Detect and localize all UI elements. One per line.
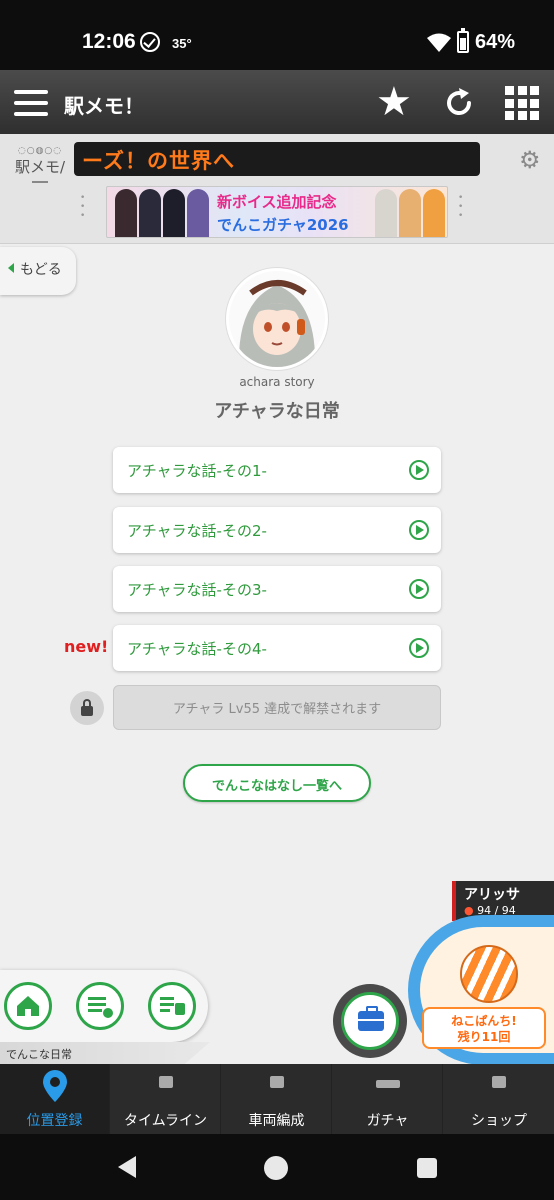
play-icon xyxy=(409,460,429,480)
episode-button-2[interactable]: アチャラな話-その2- xyxy=(113,507,441,553)
character-name: アリッサ xyxy=(464,887,520,903)
episode-button-3[interactable]: アチャラな話-その3- xyxy=(113,566,441,612)
star-icon[interactable]: ★ xyxy=(376,82,412,122)
gear-icon[interactable]: ⚙ xyxy=(519,148,541,172)
refresh-icon[interactable] xyxy=(442,86,476,120)
carousel-dots-left: • • • xyxy=(80,193,88,221)
lock-icon xyxy=(70,691,104,725)
locked-episode: アチャラ Lv55 達成で解禁されます xyxy=(113,685,441,730)
home-icon xyxy=(17,996,39,1016)
menu-icon[interactable] xyxy=(14,90,48,116)
carousel-dots-right: • • • xyxy=(458,193,466,221)
gacha-ad-banner[interactable]: 新ボイス追加記念 でんこガチャ2026 xyxy=(106,186,448,238)
app-header: 駅メモ！ ★ xyxy=(0,70,554,134)
nekopanchi-label: ねこぱんち! 残り11回 xyxy=(422,1007,546,1049)
back-arrow-icon xyxy=(8,263,14,273)
bottom-tab-bar: 位置登録 タイムライン 車両編成 ガチャ ショップ xyxy=(0,1064,554,1134)
list-icon xyxy=(88,997,113,1018)
tab-gacha[interactable]: ガチャ xyxy=(333,1064,443,1134)
play-icon xyxy=(409,579,429,599)
dock-caption: でんこな日常 xyxy=(0,1042,210,1064)
battery-icon xyxy=(457,28,469,53)
story-list-button[interactable]: でんこなはなし一覧へ xyxy=(183,764,371,802)
check-circle-icon xyxy=(140,32,160,52)
cart-icon xyxy=(492,1076,506,1088)
episode-label: アチャラな話-その1- xyxy=(127,462,267,480)
tab-timeline[interactable]: タイムライン xyxy=(111,1064,221,1134)
new-badge: new! xyxy=(64,637,109,656)
character-avatar xyxy=(226,268,328,370)
route-list-button[interactable] xyxy=(76,982,124,1030)
home-button[interactable] xyxy=(4,982,52,1030)
ekimemo-logo: ◌○◍○◌ 駅メモ/ xyxy=(10,146,70,186)
banner-area: ◌○◍○◌ 駅メモ/ ーズ！の世界へ ⚙ • • • 新ボイス追加記念 でんこガチャ… xyxy=(0,134,554,244)
temperature: 35° xyxy=(172,36,192,51)
story-title: アチャラな日常 xyxy=(214,401,340,422)
nekopanchi-icon xyxy=(460,945,518,1003)
location-pin-icon xyxy=(42,1070,67,1102)
item-bag-button[interactable] xyxy=(333,984,407,1058)
tab-shop[interactable]: ショップ xyxy=(444,1064,554,1134)
briefcase-icon xyxy=(358,1006,384,1031)
episode-label: アチャラな話-その2- xyxy=(127,522,267,540)
play-icon xyxy=(409,520,429,540)
episode-button-4[interactable]: アチャラな話-その4- xyxy=(113,625,441,671)
app-title: 駅メモ！ xyxy=(64,94,144,118)
play-icon xyxy=(409,638,429,658)
story-subtitle: achara story xyxy=(239,375,315,389)
nav-home-icon[interactable] xyxy=(264,1156,288,1180)
clock: 12:06 xyxy=(82,30,136,53)
status-bar: 12:06 35° 64% xyxy=(0,0,554,70)
episode-label: アチャラな話-その4- xyxy=(127,640,267,658)
house-icon xyxy=(158,1076,173,1088)
back-label: もどる xyxy=(20,262,62,278)
episode-label: アチャラな話-その3- xyxy=(127,581,267,599)
news-ticker[interactable]: ーズ！の世界へ xyxy=(74,142,480,176)
ticket-icon xyxy=(375,1080,400,1088)
nav-back-icon[interactable] xyxy=(118,1156,136,1178)
nekopanchi-button[interactable]: ねこぱんち! 残り11回 xyxy=(408,915,554,1065)
episode-button-1[interactable]: アチャラな話-その1- xyxy=(113,447,441,493)
train-list-icon xyxy=(160,997,185,1015)
back-button[interactable]: もどる xyxy=(0,247,76,295)
nav-recents-icon[interactable] xyxy=(417,1158,437,1178)
battery-percent: 64% xyxy=(475,31,516,53)
system-nav-bar xyxy=(0,1134,554,1200)
train-formation-icon xyxy=(269,1076,284,1088)
wifi-icon xyxy=(427,33,451,52)
tab-location[interactable]: 位置登録 xyxy=(0,1064,110,1134)
shortcut-dock xyxy=(0,970,208,1042)
grid-menu-icon[interactable] xyxy=(505,86,539,120)
train-list-button[interactable] xyxy=(148,982,196,1030)
tab-formation[interactable]: 車両編成 xyxy=(222,1064,332,1134)
